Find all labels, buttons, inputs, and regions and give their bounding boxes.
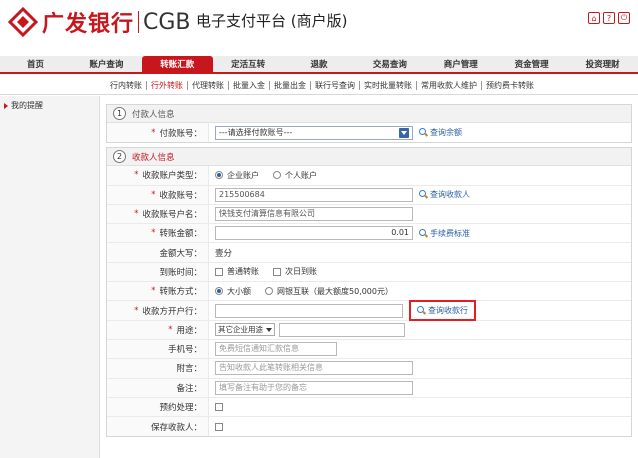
nav-refund[interactable]: 退款 xyxy=(284,56,355,72)
cgb-logo-icon xyxy=(8,7,38,37)
amount-upper-row: 金额大写： 壹分 xyxy=(107,243,631,263)
subnav-payee-maintain[interactable]: 常用收款人维护 xyxy=(417,80,482,90)
note-input[interactable]: 告知收款人此笔转账相关信息 xyxy=(215,361,413,376)
subnav-scheduled-transfer[interactable]: 预约费卡转账 xyxy=(482,81,538,90)
save-payee-checkbox[interactable] xyxy=(215,422,223,431)
payee-bank-input[interactable] xyxy=(215,303,403,318)
sidebar-item-reminders[interactable]: 我的提醒 xyxy=(4,100,99,111)
section-title: 收款人信息 xyxy=(132,152,175,163)
nav-merchant-mgmt[interactable]: 商户管理 xyxy=(425,56,496,72)
save-payee-row: 保存收款人： xyxy=(107,417,631,437)
payer-account-select[interactable]: ---请选择付款账号--- xyxy=(215,125,413,140)
sidebar-item-label: 我的提醒 xyxy=(11,101,43,110)
memo-input[interactable]: 填写备注有助于您的备忘 xyxy=(215,380,413,395)
note-row: 附言： 告知收款人此笔转账相关信息 xyxy=(107,359,631,379)
required-mark: * xyxy=(151,127,156,138)
nav-account-query[interactable]: 账户查询 xyxy=(71,56,142,72)
required-mark: * xyxy=(134,170,139,181)
section-title: 付款人信息 xyxy=(132,109,175,120)
memo-row: 备注： 填写备注有助于您的备忘 xyxy=(107,378,631,398)
arrival-time-row: 到账时间： 普通转账 次日到账 xyxy=(107,262,631,283)
checkbox-normal-transfer[interactable]: 普通转账 xyxy=(215,266,259,277)
home-icon[interactable]: ⌂ xyxy=(588,12,600,24)
radio-corporate-account[interactable]: 企业账户 xyxy=(215,170,259,181)
payee-account-input[interactable]: 215500684 xyxy=(215,187,413,202)
radio-personal-account[interactable]: 个人账户 xyxy=(273,170,317,181)
schedule-row: 预约处理： xyxy=(107,397,631,418)
payer-account-row: * 付款账号： ---请选择付款账号--- 查询余额 xyxy=(107,123,631,143)
nav-investment[interactable]: 投资理财 xyxy=(567,56,638,72)
required-mark: * xyxy=(151,228,156,239)
nav-transfer[interactable]: 转账汇款 xyxy=(141,56,213,72)
chevron-down-icon xyxy=(266,327,272,332)
bank-name-en: CGB xyxy=(143,9,191,35)
divider xyxy=(0,94,638,95)
query-balance-link[interactable]: 查询余额 xyxy=(419,127,462,138)
fee-standard-link[interactable]: 手续费标准 xyxy=(419,228,470,239)
main-nav: 首页 账户查询 转账汇款 定活互转 退款 交易查询 商户管理 资金管理 投资理财 xyxy=(0,56,638,74)
search-icon xyxy=(419,228,428,238)
sidebar: 我的提醒 xyxy=(0,96,100,458)
purpose-input[interactable] xyxy=(279,322,405,337)
subnav-realtime-batch[interactable]: 实时批量转账 xyxy=(360,80,417,90)
logout-icon[interactable]: ⏻ xyxy=(618,12,630,24)
search-icon xyxy=(417,306,426,315)
payer-section: 1 付款人信息 * 付款账号： ---请选择付款账号--- 查询余额 xyxy=(106,104,632,144)
subnav-agent-transfer[interactable]: 代理转账 xyxy=(188,80,229,90)
subnav-internal-transfer[interactable]: 行内转账 xyxy=(106,80,147,90)
nav-transaction-query[interactable]: 交易查询 xyxy=(354,56,425,72)
amount-input[interactable]: 0.01 xyxy=(215,226,413,241)
nav-fund-mgmt[interactable]: 资金管理 xyxy=(496,56,567,72)
required-mark: * xyxy=(134,209,139,220)
payer-section-header: 1 付款人信息 xyxy=(107,105,631,123)
step-number: 2 xyxy=(113,150,126,164)
header-icons: ⌂ ? ⏻ xyxy=(588,12,630,24)
payer-account-label: 付款账号： xyxy=(159,128,202,139)
phone-row: 手机号： 免费短信通知汇款信息 xyxy=(107,339,631,360)
payee-bank-row: * 收款方开户行： 查询收款行 xyxy=(107,300,631,322)
account-type-row: * 收款账户类型： 企业账户 个人账户 xyxy=(107,166,631,186)
required-mark: * xyxy=(151,189,156,200)
chevron-down-icon xyxy=(399,127,409,138)
nav-home[interactable]: 首页 xyxy=(0,56,71,72)
platform-title: 电子支付平台 (商户版) xyxy=(196,12,348,30)
bank-logo: 广发银行 CGB xyxy=(8,6,191,38)
required-mark: * xyxy=(151,286,156,297)
subnav-batch-withdraw[interactable]: 批量出金 xyxy=(270,80,311,90)
help-icon[interactable]: ? xyxy=(603,12,615,24)
phone-input[interactable]: 免费短信通知汇款信息 xyxy=(215,342,337,357)
required-mark: * xyxy=(168,324,173,335)
payee-section-header: 2 收款人信息 xyxy=(107,148,631,167)
bank-name: 广发银行 xyxy=(42,12,135,37)
payee-name-input[interactable]: 快钱支付清算信息有限公司 xyxy=(215,207,413,222)
schedule-checkbox[interactable] xyxy=(215,403,223,411)
subnav-external-transfer[interactable]: 行外转账 xyxy=(147,80,188,90)
logo-divider xyxy=(138,11,140,33)
header: 广发银行 CGB 电子支付平台 (商户版) ⌂ ? ⏻ xyxy=(0,0,638,52)
nav-deposit-transfer[interactable]: 定活互转 xyxy=(213,56,284,72)
query-payee-link[interactable]: 查询收款人 xyxy=(419,189,470,200)
search-icon xyxy=(419,128,428,137)
amount-in-words: 壹分 xyxy=(215,248,233,259)
purpose-row: * 用途： 其它企业用途 xyxy=(107,320,631,340)
account-no-row: * 收款账号： 215500684 查询收款人 xyxy=(107,185,631,205)
radio-online-interbank[interactable]: 网银互联（最大额度50,000元） xyxy=(265,286,393,297)
sub-nav: 行内转账 行外转账 代理转账 批量入金 批量出金 联行号查询 实时批量转账 常用… xyxy=(106,78,538,92)
radio-large-small[interactable]: 大小额 xyxy=(215,286,251,297)
transfer-method-row: * 转账方式： 大小额 网银互联（最大额度50,000元） xyxy=(107,282,631,302)
purpose-select[interactable]: 其它企业用途 xyxy=(215,323,275,337)
amount-row: * 转账金额： 0.01 手续费标准 xyxy=(107,224,631,244)
required-mark: * xyxy=(134,305,139,316)
transfer-form: 1 付款人信息 * 付款账号： ---请选择付款账号--- 查询余额 2 收款人信… xyxy=(106,104,632,441)
step-number: 1 xyxy=(113,107,126,120)
subnav-batch-deposit[interactable]: 批量入金 xyxy=(229,80,270,90)
query-bank-link[interactable]: 查询收款行 xyxy=(409,300,476,322)
arrow-right-icon xyxy=(4,102,8,109)
payee-section: 2 收款人信息 * 收款账户类型： 企业账户 个人账户 * 收款账号： 215500… xyxy=(106,147,632,438)
checkbox-next-day[interactable]: 次日到账 xyxy=(273,266,317,277)
search-icon xyxy=(419,190,428,199)
subnav-bank-code-query[interactable]: 联行号查询 xyxy=(311,80,360,90)
account-name-row: * 收款账号户名： 快钱支付清算信息有限公司 xyxy=(107,204,631,225)
